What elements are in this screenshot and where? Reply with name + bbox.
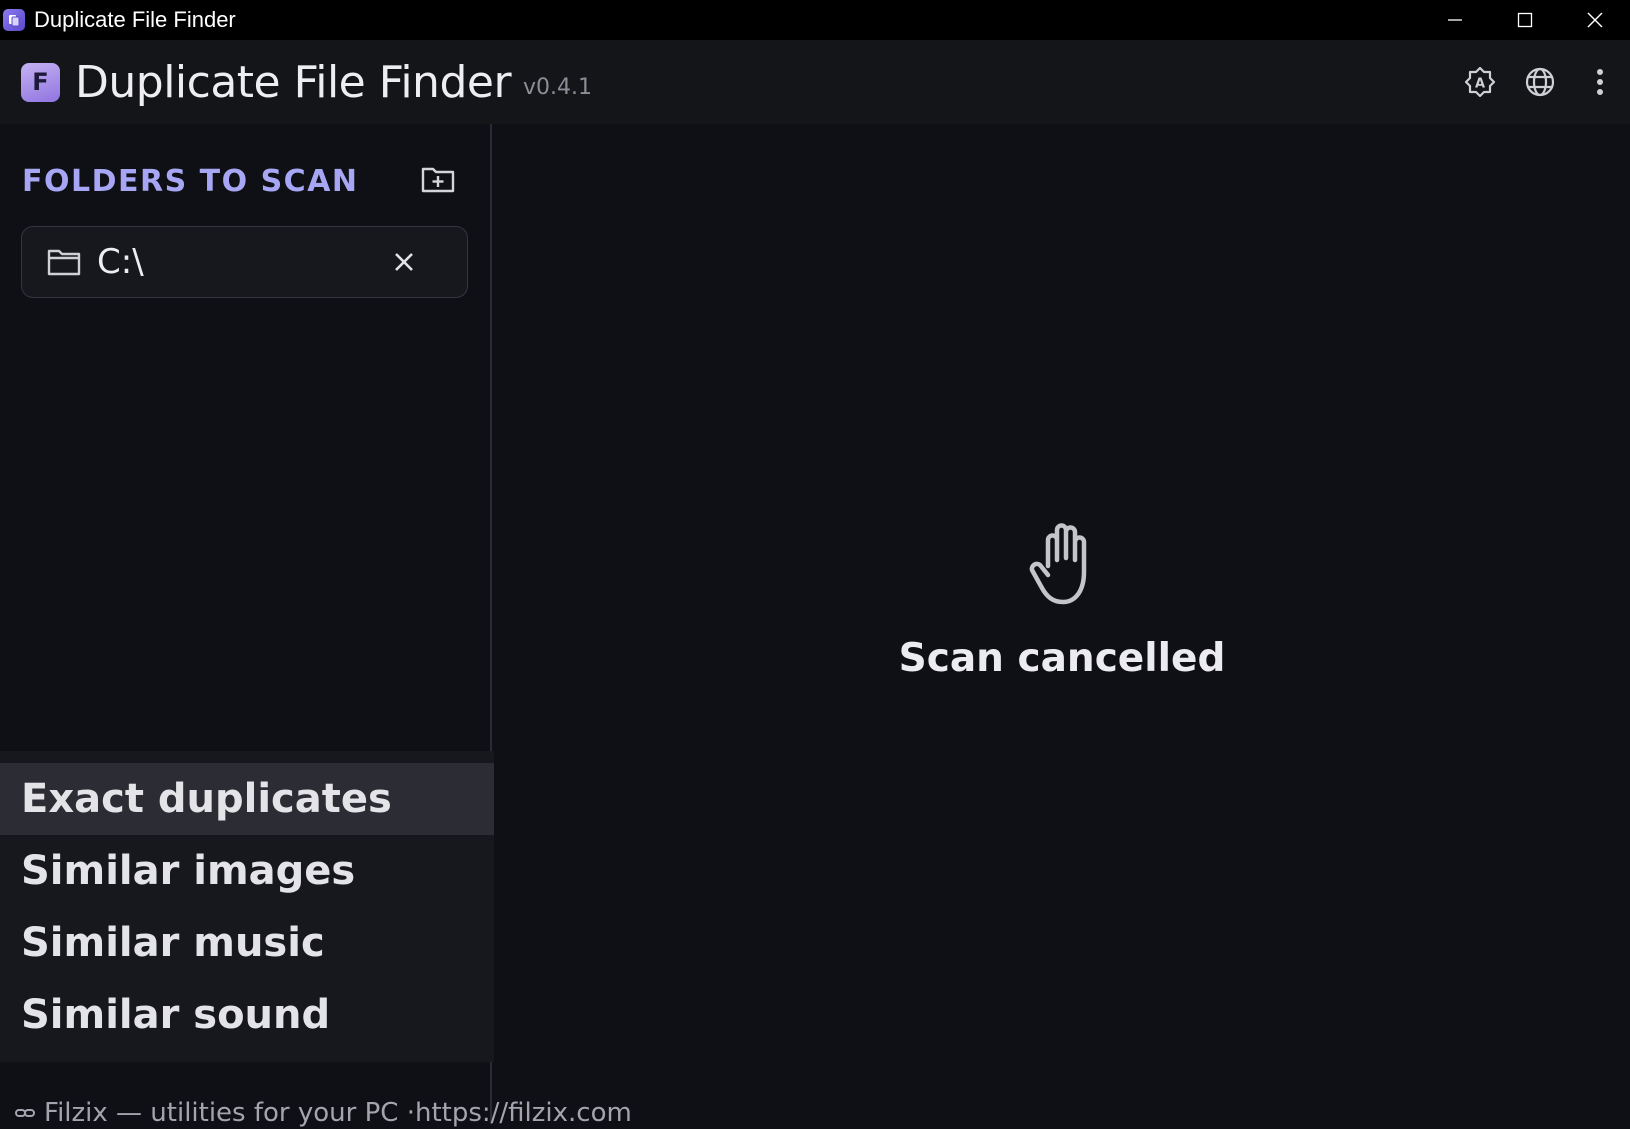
hand-stop-icon [1029,523,1087,605]
section-title-folders: FOLDERS TO SCAN [22,164,359,199]
close-window-button[interactable] [1560,0,1630,40]
close-icon [1587,12,1603,28]
app-icon [3,9,25,31]
footer: Filzix — utilities for your PC · https:/… [14,1096,632,1129]
app-header: F Duplicate File Finder v0.4.1 A [0,40,1630,124]
folder-icon [47,249,81,276]
link-icon [15,1108,35,1117]
window-titlebar: Duplicate File Finder [0,0,1630,40]
mode-similar-images[interactable]: Similar images [0,835,504,907]
maximize-button[interactable] [1490,0,1560,40]
theme-button[interactable]: A [1450,40,1510,124]
footer-text: Filzix — utilities for your PC · [44,1097,415,1128]
mode-similar-sound[interactable]: Similar sound [0,979,504,1051]
header-actions: A [1450,40,1630,124]
more-vert-icon [1597,69,1603,95]
theme-icon: A [1464,66,1496,98]
window-controls [1420,0,1630,40]
language-button[interactable] [1510,40,1570,124]
scan-mode-list: Exact duplicates Similar images Similar … [0,751,504,1062]
main-panel: Scan cancelled [494,124,1630,1124]
remove-folder-button[interactable] [391,249,417,275]
folder-path: C:\ [97,242,144,282]
minimize-icon [1448,19,1462,21]
app-title: Duplicate File Finder [75,56,512,108]
app-logo: F [21,62,60,102]
maximize-icon [1517,12,1533,28]
svg-text:A: A [1475,77,1485,92]
scan-status-text: Scan cancelled [898,636,1226,681]
footer-website-link[interactable]: https://filzix.com [415,1098,632,1128]
add-folder-button[interactable] [420,162,456,196]
sidebar: FOLDERS TO SCAN C:\ Exact duplicates Sim… [0,124,504,1124]
close-icon [395,253,413,271]
mode-exact-duplicates[interactable]: Exact duplicates [0,763,504,835]
language-icon [1525,67,1555,97]
mode-similar-music[interactable]: Similar music [0,907,504,979]
minimize-button[interactable] [1420,0,1490,40]
app-version: v0.4.1 [523,74,593,100]
folder-list-item[interactable]: C:\ [21,226,468,298]
more-menu-button[interactable] [1570,40,1630,124]
folder-add-icon [421,167,455,193]
window-title: Duplicate File Finder [34,7,236,32]
